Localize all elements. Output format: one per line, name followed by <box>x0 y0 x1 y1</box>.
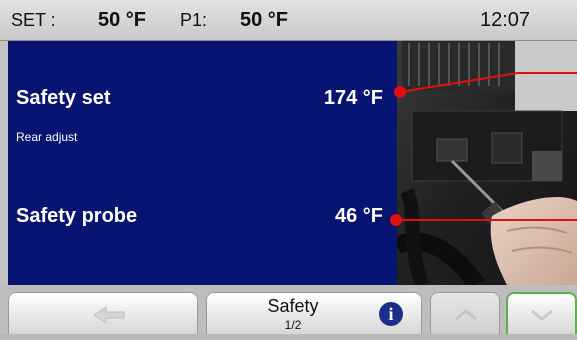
set-value: 50 °F <box>98 9 147 31</box>
p1-value: 50 °F <box>240 9 289 31</box>
chevron-down-icon <box>531 309 553 321</box>
safety-set-label: Safety set <box>16 87 111 109</box>
arrow-left-icon <box>93 306 125 324</box>
set-label: SET : <box>11 10 56 30</box>
safety-probe-value: 46 °F <box>334 205 383 227</box>
safety-parameter-panel: Safety set 174 °F Rear adjust Safety pro… <box>8 41 397 285</box>
clock-time: 12:07 <box>480 9 531 31</box>
scroll-up-button[interactable] <box>430 292 500 334</box>
chevron-up-icon <box>455 309 477 321</box>
scroll-down-button[interactable] <box>506 292 577 334</box>
hmi-screen: SET : 50 °F P1: 50 °F 12:07 Safety set 1… <box>0 0 577 334</box>
safety-probe-label: Safety probe <box>16 205 138 227</box>
rear-adjust-photo <box>397 41 577 285</box>
page-title: Safety <box>267 296 319 316</box>
p1-label: P1: <box>180 10 208 30</box>
info-icon[interactable]: i <box>379 302 403 326</box>
safety-set-sublabel: Rear adjust <box>16 130 78 144</box>
safety-page-indicator: Safety 1/2 i <box>206 292 422 334</box>
page-number: 1/2 <box>284 318 302 332</box>
back-button[interactable] <box>8 292 198 334</box>
safety-set-value[interactable]: 174 °F <box>324 87 383 110</box>
bottom-navigation-bar: Safety 1/2 i <box>0 285 577 334</box>
status-bar: SET : 50 °F P1: 50 °F 12:07 <box>0 0 577 41</box>
